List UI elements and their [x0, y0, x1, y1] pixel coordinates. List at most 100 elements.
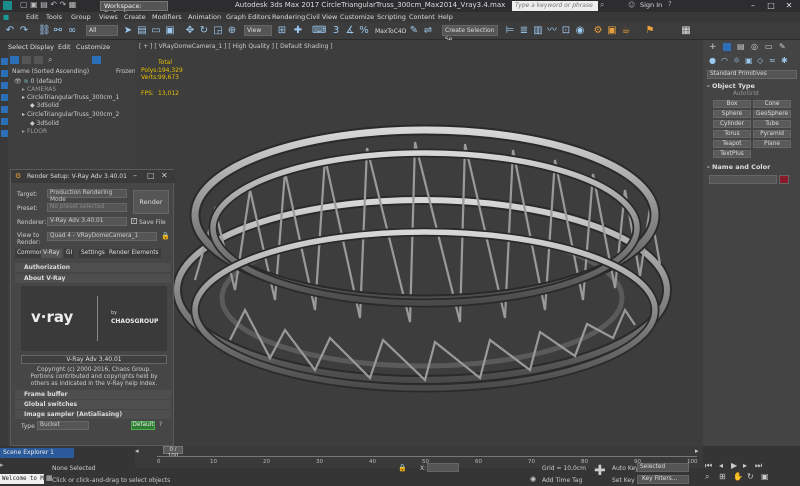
teapot-button[interactable]: Teapot — [713, 140, 751, 148]
app-menu-icon[interactable]: ■ — [3, 13, 9, 21]
cylinder-button[interactable]: Cylinder — [713, 120, 751, 128]
menu-scripting[interactable]: Scripting — [377, 13, 406, 21]
tree-row[interactable]: ▸ FLOOR — [22, 128, 47, 136]
snaps-toggle-icon[interactable]: 3 — [330, 25, 342, 37]
textplus-button[interactable]: TextPlus — [713, 150, 751, 158]
toggle-ribbon-icon[interactable]: ▥ — [532, 25, 544, 37]
hierarchy-tab-icon[interactable]: ▤ — [737, 42, 745, 51]
help-icon[interactable]: ? — [159, 421, 162, 428]
plane-button[interactable]: Plane — [753, 140, 791, 148]
display-helpers-icon[interactable] — [1, 106, 8, 113]
maxscript-icon[interactable]: ▸ — [0, 461, 4, 469]
next-frame-icon[interactable]: ▸ — [695, 447, 699, 455]
find-icon[interactable]: ⌕ — [48, 55, 52, 65]
maximize-viewport-icon[interactable]: ▣ — [761, 472, 769, 481]
default-button[interactable]: Default — [131, 421, 155, 430]
select-invert-icon[interactable] — [34, 56, 43, 64]
sign-in-link[interactable]: Sign In — [640, 1, 662, 9]
save-file-checkbox[interactable]: ✓ — [131, 218, 137, 224]
render-iterative-icon[interactable]: ⚑ — [644, 25, 656, 37]
reference-coord-dropdown[interactable]: View — [244, 25, 272, 36]
render-button[interactable]: Render — [133, 190, 169, 214]
x-coordinate-field[interactable] — [427, 463, 459, 472]
menu-tools[interactable]: Tools — [46, 13, 62, 21]
frame-buffer-rollout[interactable]: Frame buffer — [15, 390, 171, 399]
display-geometry-icon[interactable] — [1, 58, 8, 65]
time-tag-icon[interactable]: ◉ — [530, 475, 536, 483]
menu-graph-editors[interactable]: Graph Editors — [226, 13, 271, 21]
prev-frame-icon[interactable]: ◂ — [135, 447, 139, 455]
spacewarps-icon[interactable]: ≈ — [769, 56, 776, 65]
undo-icon[interactable]: ↶ — [4, 25, 16, 37]
systems-icon[interactable]: ✱ — [781, 56, 788, 65]
bind-spacewarp-icon[interactable]: ∞ — [66, 25, 78, 37]
display-spacewarps-icon[interactable] — [1, 118, 8, 125]
percent-snap-icon[interactable]: % — [358, 25, 370, 37]
tree-row[interactable]: ▸ CircleTriangularTruss_300cm_2 — [22, 111, 119, 119]
display-cameras-icon[interactable] — [1, 94, 8, 101]
tab-settings[interactable]: Settings — [79, 249, 107, 258]
key-set-dropdown[interactable]: Selected — [637, 463, 689, 472]
scene-menu-edit[interactable]: Edit — [58, 43, 71, 51]
preset-dropdown[interactable]: No preset selected — [47, 203, 127, 212]
set-key-icon[interactable]: ✚ — [594, 463, 606, 479]
target-dropdown[interactable]: Production Rendering Mode — [47, 189, 127, 203]
rect-selection-icon[interactable]: ▭ — [150, 25, 162, 37]
select-all-icon[interactable] — [10, 56, 19, 64]
render-setup-titlebar[interactable]: ⚙ Render Setup: V-Ray Adv 3.40.01 – □ ✕ — [11, 170, 175, 183]
box-button[interactable]: Box — [713, 100, 751, 108]
scene-menu-display[interactable]: Display — [30, 43, 54, 51]
shapes-icon[interactable]: ◠ — [721, 56, 728, 65]
tree-row[interactable]: ◆ 3dSolid — [30, 102, 59, 110]
orbit-icon[interactable]: ↻ — [747, 472, 754, 481]
rendered-frame-icon[interactable]: ▣ — [606, 25, 618, 37]
zoom-icon[interactable]: ⌕ — [705, 472, 709, 482]
select-none-icon[interactable] — [22, 56, 31, 64]
workspace-dropdown[interactable]: Workspace: Default — [100, 1, 168, 18]
keyboard-shortcut-icon[interactable]: ⌨ — [312, 25, 326, 37]
authorization-rollout[interactable]: Authorization — [15, 263, 171, 272]
edit-named-selection-icon[interactable]: ✎ — [408, 25, 420, 37]
goto-end-icon[interactable]: ⏭ — [755, 461, 762, 471]
display-shapes-icon[interactable] — [1, 70, 8, 77]
object-color-swatch[interactable] — [779, 175, 789, 184]
scene-menu-select[interactable]: Select — [8, 43, 28, 51]
menu-group[interactable]: Group — [71, 13, 91, 21]
dialog-minimize-button[interactable]: – — [133, 171, 137, 180]
select-by-name-icon[interactable]: ▤ — [136, 25, 148, 37]
tree-row[interactable]: ▸ CAMERAS — [22, 86, 56, 94]
time-slider[interactable]: 0 / 100 — [163, 446, 183, 459]
select-manipulate-icon[interactable]: ✚ — [292, 25, 304, 37]
vray-toolbar-icon[interactable]: ▦ — [680, 25, 692, 37]
prev-key-icon[interactable]: ◂ — [719, 461, 723, 470]
goto-start-icon[interactable]: ⏮ — [705, 461, 712, 471]
align-icon[interactable]: ⊨ — [504, 25, 516, 37]
utilities-tab-icon[interactable]: ✎ — [779, 42, 786, 51]
expand-icon[interactable]: ▸ — [22, 128, 25, 135]
cone-button[interactable]: Cone — [753, 100, 791, 108]
renderer-dropdown[interactable]: V-Ray Adv 3.40.01 — [47, 217, 127, 226]
dialog-close-button[interactable]: ✕ — [161, 171, 168, 180]
zoom-all-icon[interactable]: ⊞ — [719, 472, 726, 481]
menu-rendering[interactable]: Rendering — [272, 13, 305, 21]
object-type-rollout[interactable]: - Object Type — [707, 82, 797, 91]
next-key-icon[interactable]: ▸ — [743, 461, 747, 470]
named-selection-dropdown[interactable]: Create Selection Se — [442, 25, 498, 43]
set-key-button[interactable]: Set Key — [612, 477, 635, 484]
filter-icon[interactable] — [92, 56, 101, 64]
menu-create[interactable]: Create — [124, 13, 146, 21]
menu-customize[interactable]: Customize — [340, 13, 374, 21]
close-button[interactable]: ✕ — [780, 0, 798, 12]
scale-icon[interactable]: ◲ — [212, 25, 224, 37]
select-object-icon[interactable]: ➤ — [122, 25, 134, 37]
torus-button[interactable]: Torus — [713, 130, 751, 138]
column-header-frozen[interactable]: Frozen — [116, 68, 136, 75]
geosphere-button[interactable]: GeoSphere — [753, 110, 791, 118]
minimize-button[interactable]: – — [744, 0, 762, 12]
render-setup-icon[interactable]: ⚙ — [592, 25, 604, 37]
global-switches-rollout[interactable]: Global switches — [15, 400, 171, 409]
expand-icon[interactable]: ▸ — [22, 111, 25, 118]
cameras-icon[interactable]: ▣ — [745, 56, 753, 65]
tree-row[interactable]: ▸ CircleTriangularTruss_300cm_1 — [22, 94, 119, 102]
lights-icon[interactable]: ☼ — [733, 56, 740, 65]
